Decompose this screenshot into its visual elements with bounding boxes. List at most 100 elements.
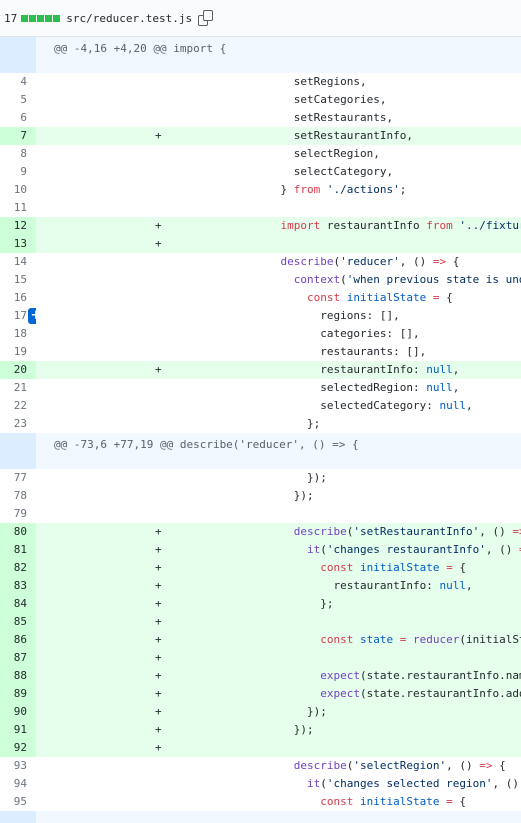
line-number[interactable]: 87	[0, 649, 36, 667]
line-number[interactable]: 81	[0, 541, 36, 559]
code-token: });	[293, 723, 314, 736]
code-token: {	[452, 795, 466, 808]
code-token: restaurants: [],	[320, 345, 427, 358]
code-token: (state.restaurantInfo.name).	[360, 669, 521, 682]
code-token: describe	[280, 255, 334, 268]
line-number[interactable]: 77	[0, 469, 36, 487]
file-path[interactable]: src/reducer.test.js	[66, 12, 192, 25]
line-number[interactable]: 23	[0, 415, 36, 433]
context-line: 18 categories: [],	[0, 325, 521, 343]
diffstat	[21, 14, 61, 22]
context-line: 10} from './actions';	[0, 181, 521, 199]
diff-marker: +	[36, 667, 279, 685]
hunk-expand-gutter[interactable]	[0, 811, 36, 823]
line-number[interactable]: 9	[0, 163, 36, 181]
line-number[interactable]: 88	[0, 667, 36, 685]
code-token: 'reducer'	[340, 255, 400, 268]
diff-marker	[36, 181, 279, 199]
code-line: selectedCategory: null,	[279, 397, 521, 415]
line-number[interactable]: 17+	[0, 307, 36, 325]
code-line	[278, 613, 521, 631]
hunk-expand-gutter[interactable]	[0, 37, 36, 73]
line-number[interactable]: 90	[0, 703, 36, 721]
line-number[interactable]: 82	[0, 559, 36, 577]
hunk-expand-gutter[interactable]	[0, 433, 36, 469]
code-line: setRestaurants,	[279, 109, 521, 127]
line-number[interactable]: 22	[0, 397, 36, 415]
line-number[interactable]: 20	[0, 361, 36, 379]
copy-icon[interactable]	[198, 10, 214, 26]
hunk-header: @@ -4,16 +4,20 @@ import {	[36, 37, 521, 73]
line-number[interactable]: 12	[0, 217, 36, 235]
code-token: =>	[432, 255, 447, 268]
line-number[interactable]: 18	[0, 325, 36, 343]
addition-line: 92 +	[0, 739, 521, 757]
code-token: {	[452, 561, 466, 574]
add-comment-button[interactable]: +	[28, 308, 36, 324]
code-line: expect(state.restaurantInfo.name).toBe('…	[278, 667, 521, 685]
line-number[interactable]: 92	[0, 739, 36, 757]
code-token: restaurantInfo	[320, 219, 427, 232]
code-line: restaurantInfo: null,	[278, 577, 521, 595]
line-number[interactable]: 94	[0, 775, 36, 793]
addition-line: 91 + });	[0, 721, 521, 739]
line-number[interactable]: 4	[0, 73, 36, 91]
line-number[interactable]: 21	[0, 379, 36, 397]
line-number[interactable]: 10	[0, 181, 36, 199]
line-number[interactable]: 7	[0, 127, 36, 145]
context-line: 19 restaurants: [],	[0, 343, 521, 361]
code-line	[278, 649, 521, 667]
line-number[interactable]: 79	[0, 505, 36, 523]
line-number[interactable]: 80	[0, 523, 36, 541]
diff-marker: +	[36, 217, 279, 235]
code-line	[278, 739, 521, 757]
diff-marker	[36, 379, 279, 397]
line-number[interactable]: 14	[0, 253, 36, 271]
hunk-header-row: @@ -4,16 +4,20 @@ import {	[0, 37, 521, 73]
line-number[interactable]: 89	[0, 685, 36, 703]
line-number[interactable]: 95	[0, 793, 36, 811]
code-line: const state = reducer(initialState, setR…	[278, 631, 521, 649]
line-number[interactable]: 15	[0, 271, 36, 289]
line-number[interactable]: 19	[0, 343, 36, 361]
code-token: null	[439, 399, 466, 412]
line-number[interactable]: 84	[0, 595, 36, 613]
addition-line: 82 + const initialState = {	[0, 559, 521, 577]
code-token: ;	[399, 183, 407, 196]
code-line: regions: [],	[279, 307, 521, 325]
diffstat-block	[21, 14, 29, 22]
context-line: 21 selectedRegion: null,	[0, 379, 521, 397]
context-line: 16 const initialState = {	[0, 289, 521, 307]
context-line: 11	[0, 199, 521, 217]
line-number[interactable]: 78	[0, 487, 36, 505]
line-number[interactable]: 86	[0, 631, 36, 649]
diff-marker: +	[36, 361, 279, 379]
code-line: context('when previous state is undefine…	[279, 271, 521, 289]
line-number[interactable]: 83	[0, 577, 36, 595]
context-line: 6 setRestaurants,	[0, 109, 521, 127]
code-token: null	[426, 381, 453, 394]
line-number[interactable]: 11	[0, 199, 36, 217]
diff-marker	[36, 199, 279, 217]
diff-marker: +	[36, 577, 279, 595]
code-line: selectedRegion: null,	[279, 379, 521, 397]
line-number[interactable]: 8	[0, 145, 36, 163]
code-token: initialState	[353, 561, 440, 574]
hunk-header-row: @@ -73,6 +77,19 @@ describe('reducer', (…	[0, 433, 521, 469]
code-token: selectCategory,	[293, 165, 394, 178]
line-number[interactable]: 6	[0, 109, 36, 127]
line-number[interactable]: 93	[0, 757, 36, 775]
diff-marker: +	[36, 739, 279, 757]
diffstat-block	[29, 14, 37, 22]
code-line: setRestaurantInfo,	[278, 127, 521, 145]
context-line: 5 setCategories,	[0, 91, 521, 109]
diff-marker: +	[36, 127, 279, 145]
line-number[interactable]: 5	[0, 91, 36, 109]
code-token: };	[307, 417, 321, 430]
code-token: {	[439, 291, 453, 304]
line-number[interactable]: 13	[0, 235, 36, 253]
line-number[interactable]: 91	[0, 721, 36, 739]
line-number[interactable]: 16	[0, 289, 36, 307]
code-line: };	[279, 415, 521, 433]
line-number[interactable]: 85	[0, 613, 36, 631]
